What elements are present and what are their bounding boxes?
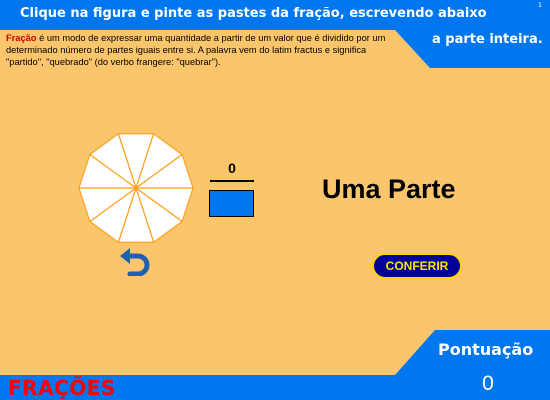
undo-arrow-icon bbox=[120, 248, 150, 277]
conferir-button[interactable]: CONFERIR bbox=[372, 253, 462, 279]
undo-button[interactable] bbox=[118, 248, 152, 277]
fraction-bar bbox=[210, 180, 254, 182]
decagon-figure[interactable] bbox=[76, 128, 196, 248]
definition-paragraph: Fração é um modo de expressar uma quanti… bbox=[6, 32, 406, 68]
activity-stage: Clique na figura e pinte as pastes da fr… bbox=[0, 0, 550, 400]
fraction-reading: Uma Parte bbox=[322, 174, 456, 204]
score-value: 0 bbox=[482, 372, 494, 395]
corner-mark: 1 bbox=[538, 2, 542, 9]
instruction-text: Clique na figura e pinte as pastes da fr… bbox=[20, 6, 487, 21]
definition-text: é um modo de expressar uma quantidade a … bbox=[6, 33, 386, 67]
definition-term: Fração bbox=[6, 33, 37, 43]
fraction-figure[interactable] bbox=[76, 128, 196, 248]
fraction-numerator: 0 bbox=[228, 160, 236, 176]
denominator-input[interactable] bbox=[209, 190, 254, 217]
score-label: Pontuação bbox=[438, 340, 534, 359]
game-title: FRAÇÕES bbox=[8, 376, 116, 400]
instruction-text-continuation: a parte inteira. bbox=[432, 32, 543, 47]
